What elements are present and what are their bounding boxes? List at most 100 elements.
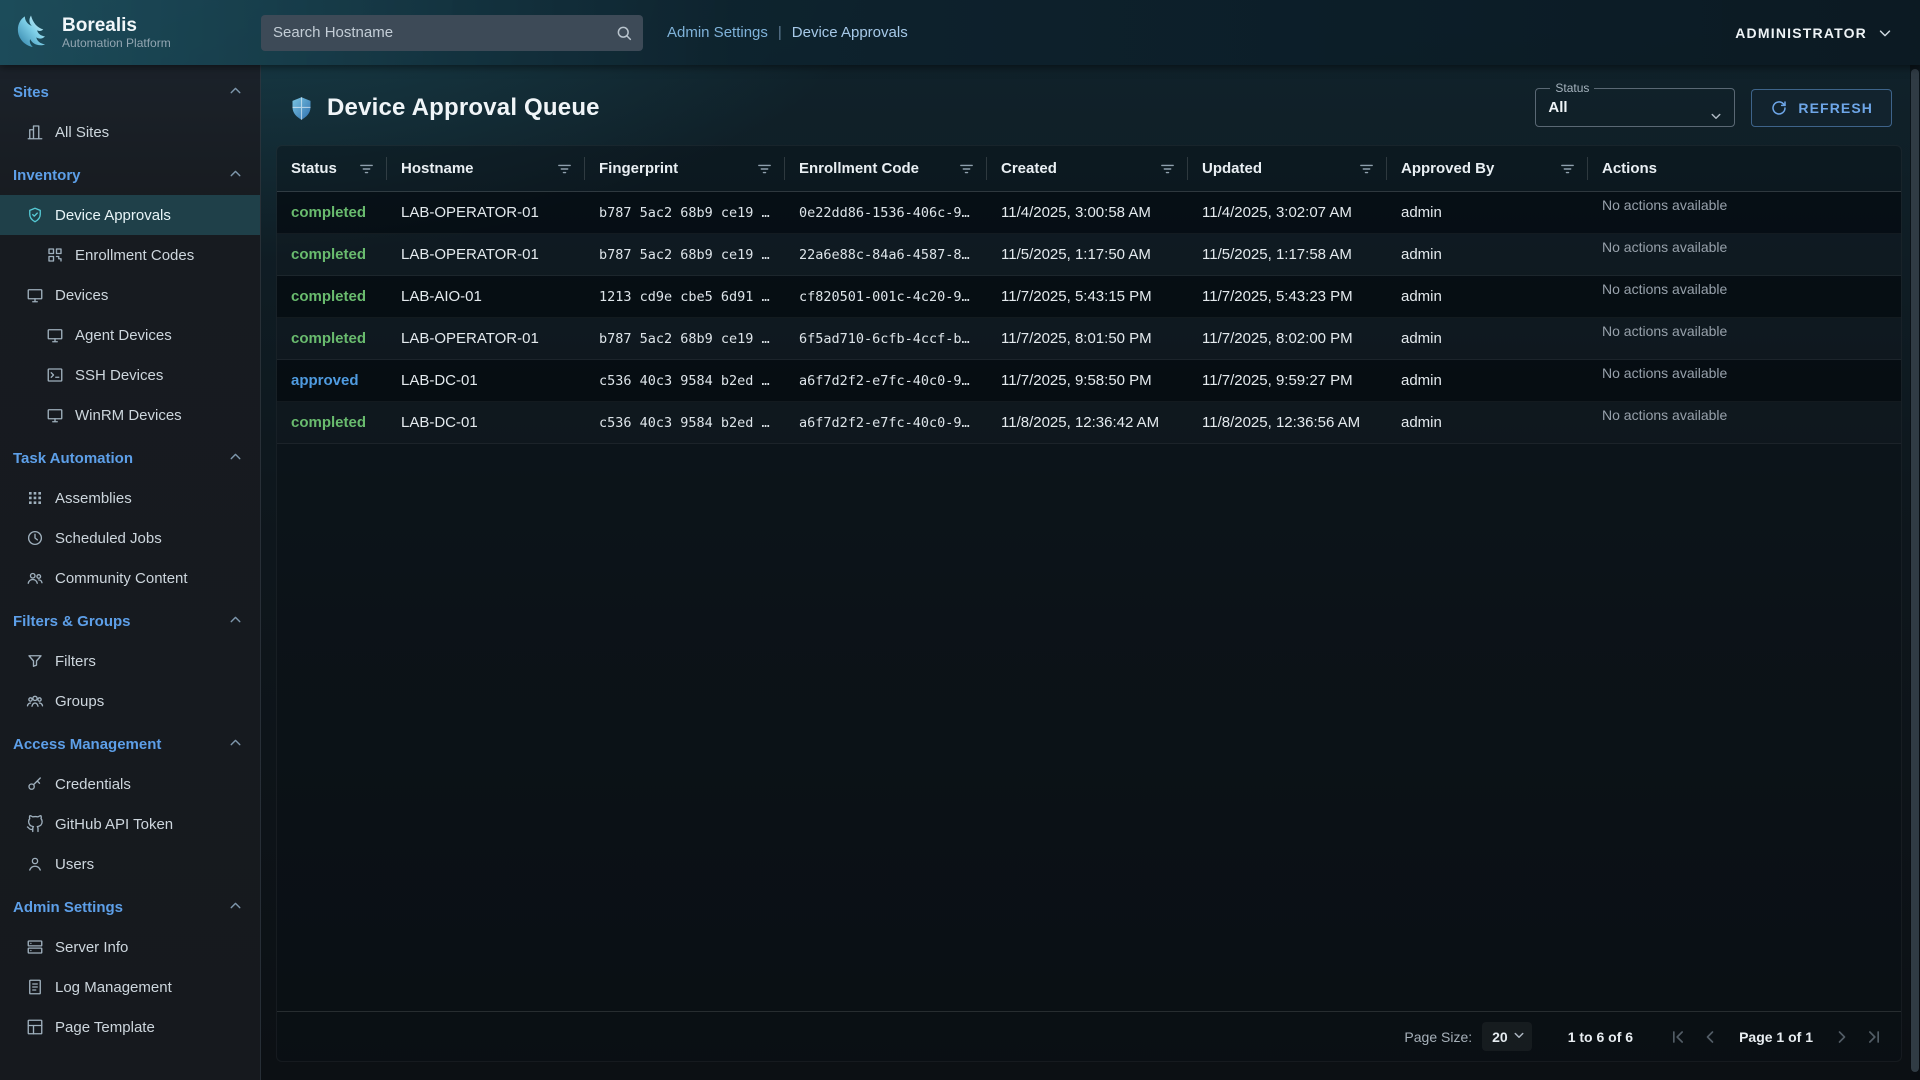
sidebar-item-scheduled-jobs[interactable]: Scheduled Jobs	[0, 518, 260, 558]
sidebar-item-devices[interactable]: Devices	[0, 275, 260, 315]
sidebar-item-users[interactable]: Users	[0, 844, 260, 884]
last-page-button[interactable]	[1861, 1024, 1887, 1050]
main-content: Device Approval Queue Status All REFRESH	[261, 65, 1920, 1080]
table-row[interactable]: completed LAB-DC-01 c536 40c3 9584 b2ed …	[277, 402, 1901, 444]
sidebar-item-filters[interactable]: Filters	[0, 641, 260, 681]
filter-icon[interactable]	[556, 160, 573, 177]
actions-cell: No actions available	[1588, 192, 1901, 234]
column-header-fingerprint[interactable]: Fingerprint	[585, 146, 785, 192]
created-cell: 11/7/2025, 9:58:50 PM	[987, 360, 1188, 402]
breadcrumb-admin-settings[interactable]: Admin Settings	[667, 24, 768, 41]
first-page-button[interactable]	[1665, 1024, 1691, 1050]
sidebar-item-all-sites[interactable]: All Sites	[0, 112, 260, 152]
status-badge: completed	[291, 330, 366, 347]
sidebar-item-community-content[interactable]: Community Content	[0, 558, 260, 598]
user-icon	[26, 855, 44, 873]
qr-code-icon	[46, 246, 64, 264]
chevron-up-icon	[227, 82, 244, 103]
filter-icon[interactable]	[756, 160, 773, 177]
filter-icon[interactable]	[1358, 160, 1375, 177]
sidebar-item-winrm-devices[interactable]: WinRM Devices	[0, 395, 260, 435]
enrollment-code-cell: 22a6e88c-84a6-4587-8…	[785, 234, 987, 276]
hostname-cell: LAB-OPERATOR-01	[387, 192, 585, 234]
page-header: Device Approval Queue Status All REFRESH	[288, 89, 1892, 127]
filter-icon[interactable]	[1159, 160, 1176, 177]
sidebar-item-page-template[interactable]: Page Template	[0, 1007, 260, 1047]
table-row[interactable]: completed LAB-OPERATOR-01 b787 5ac2 68b9…	[277, 192, 1901, 234]
sidebar: Sites All Sites Inventory Device Approva…	[0, 65, 261, 1080]
brand[interactable]: Borealis Automation Platform	[0, 12, 261, 54]
next-page-button[interactable]	[1829, 1024, 1855, 1050]
server-icon	[26, 938, 44, 956]
table-row[interactable]: completed LAB-OPERATOR-01 b787 5ac2 68b9…	[277, 318, 1901, 360]
status-badge: completed	[291, 246, 366, 263]
table-row[interactable]: completed LAB-AIO-01 1213 cd9e cbe5 6d91…	[277, 276, 1901, 318]
user-menu[interactable]: ADMINISTRATOR	[1735, 24, 1894, 42]
chevron-down-icon	[1707, 107, 1725, 130]
column-header-updated[interactable]: Updated	[1188, 146, 1387, 192]
column-header-hostname[interactable]: Hostname	[387, 146, 585, 192]
sidebar-item-server-info[interactable]: Server Info	[0, 927, 260, 967]
log-list-icon	[26, 978, 44, 996]
fingerprint-cell: c536 40c3 9584 b2ed …	[585, 360, 785, 402]
page-title: Device Approval Queue	[327, 94, 600, 122]
filter-icon[interactable]	[958, 160, 975, 177]
status-filter-select[interactable]: Status All	[1535, 81, 1735, 127]
sidebar-item-groups[interactable]: Groups	[0, 681, 260, 721]
shield-icon	[288, 95, 315, 122]
chevron-up-icon	[227, 897, 244, 918]
refresh-button[interactable]: REFRESH	[1751, 89, 1892, 127]
updated-cell: 11/4/2025, 3:02:07 AM	[1188, 192, 1387, 234]
sidebar-item-agent-devices[interactable]: Agent Devices	[0, 315, 260, 355]
status-filter-label: Status	[1550, 81, 1594, 95]
column-header-enrollment-code[interactable]: Enrollment Code	[785, 146, 987, 192]
updated-cell: 11/5/2025, 1:17:58 AM	[1188, 234, 1387, 276]
column-header-created[interactable]: Created	[987, 146, 1188, 192]
sidebar-section-sites[interactable]: Sites	[0, 69, 260, 112]
fingerprint-cell: b787 5ac2 68b9 ce19 …	[585, 192, 785, 234]
previous-page-button[interactable]	[1697, 1024, 1723, 1050]
chevron-down-icon	[1876, 24, 1894, 42]
approved-by-cell: admin	[1387, 402, 1588, 444]
sidebar-item-device-approvals[interactable]: Device Approvals	[0, 195, 260, 235]
device-approval-table-panel: Status Hostname Fingerprint Enrollment C…	[276, 145, 1902, 1062]
filter-icon[interactable]	[1559, 160, 1576, 177]
sidebar-item-assemblies[interactable]: Assemblies	[0, 478, 260, 518]
page-size-label: Page Size:	[1404, 1029, 1472, 1045]
sidebar-section-admin-settings[interactable]: Admin Settings	[0, 884, 260, 927]
updated-cell: 11/7/2025, 5:43:23 PM	[1188, 276, 1387, 318]
sidebar-section-inventory[interactable]: Inventory	[0, 152, 260, 195]
search-box[interactable]	[261, 15, 643, 51]
sidebar-item-ssh-devices[interactable]: SSH Devices	[0, 355, 260, 395]
enrollment-code-cell: 0e22dd86-1536-406c-9…	[785, 192, 987, 234]
page-size-select[interactable]: 20	[1482, 1022, 1532, 1051]
sidebar-item-github-api-token[interactable]: GitHub API Token	[0, 804, 260, 844]
terminal-icon	[46, 366, 64, 384]
page-scrollbar[interactable]	[1910, 65, 1920, 1080]
status-badge: approved	[291, 372, 359, 389]
column-header-actions[interactable]: Actions	[1588, 146, 1901, 192]
created-cell: 11/7/2025, 8:01:50 PM	[987, 318, 1188, 360]
column-header-approved-by[interactable]: Approved By	[1387, 146, 1588, 192]
hostname-cell: LAB-DC-01	[387, 360, 585, 402]
scrollbar-thumb[interactable]	[1911, 69, 1919, 1072]
sidebar-item-enrollment-codes[interactable]: Enrollment Codes	[0, 235, 260, 275]
table-row[interactable]: approved LAB-DC-01 c536 40c3 9584 b2ed ……	[277, 360, 1901, 402]
sidebar-item-log-management[interactable]: Log Management	[0, 967, 260, 1007]
filter-icon[interactable]	[358, 160, 375, 177]
table-row[interactable]: completed LAB-OPERATOR-01 b787 5ac2 68b9…	[277, 234, 1901, 276]
fingerprint-cell: b787 5ac2 68b9 ce19 …	[585, 234, 785, 276]
sidebar-section-filters-groups[interactable]: Filters & Groups	[0, 598, 260, 641]
created-cell: 11/4/2025, 3:00:58 AM	[987, 192, 1188, 234]
sidebar-section-access-management[interactable]: Access Management	[0, 721, 260, 764]
search-input[interactable]	[273, 24, 615, 41]
approved-by-cell: admin	[1387, 234, 1588, 276]
breadcrumb-device-approvals[interactable]: Device Approvals	[792, 24, 908, 41]
funnel-icon	[26, 652, 44, 670]
fingerprint-cell: b787 5ac2 68b9 ce19 …	[585, 318, 785, 360]
sidebar-item-credentials[interactable]: Credentials	[0, 764, 260, 804]
content: Sites All Sites Inventory Device Approva…	[0, 65, 1920, 1080]
column-header-status[interactable]: Status	[277, 146, 387, 192]
sidebar-section-task-automation[interactable]: Task Automation	[0, 435, 260, 478]
breadcrumb-separator: |	[778, 24, 782, 41]
